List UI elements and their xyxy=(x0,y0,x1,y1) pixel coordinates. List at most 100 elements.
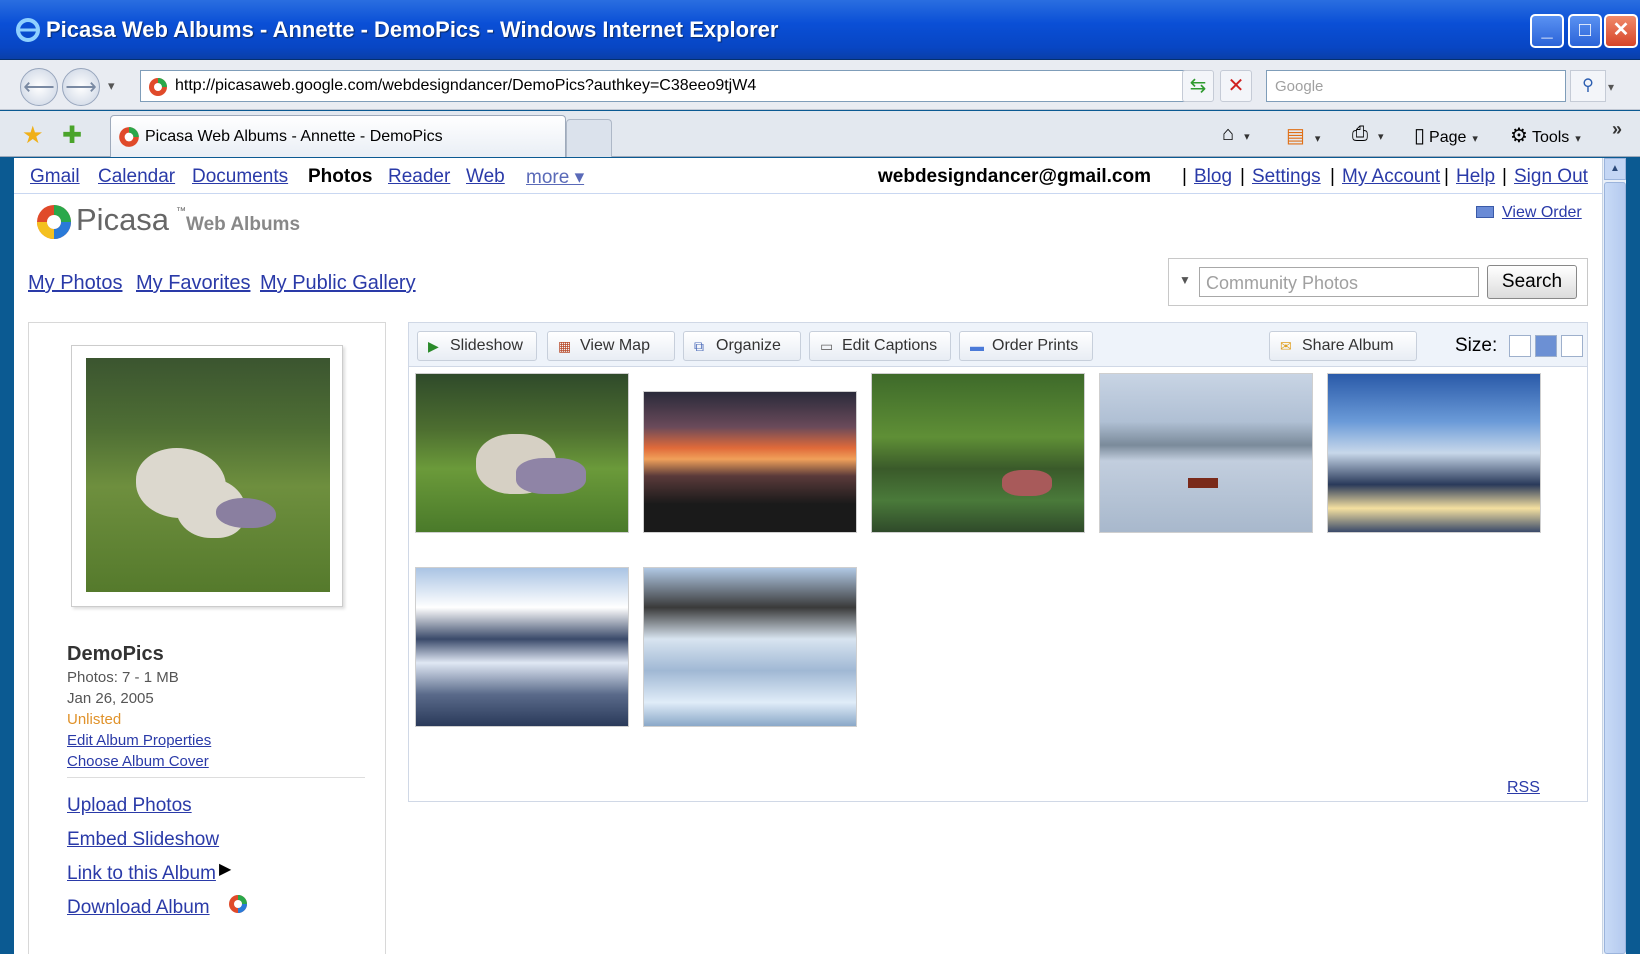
picasa-favicon-icon xyxy=(149,78,167,96)
close-button[interactable]: ✕ xyxy=(1604,14,1638,48)
history-dropdown-icon[interactable]: ▾ xyxy=(108,78,115,94)
gbar-more[interactable]: more ▾ xyxy=(526,166,584,189)
maximize-button[interactable]: □ xyxy=(1568,14,1602,48)
scrollbar-thumb[interactable] xyxy=(1604,182,1626,954)
overflow-chevron-icon[interactable]: » xyxy=(1612,119,1622,140)
title-bar: Picasa Web Albums - Annette - DemoPics -… xyxy=(0,0,1640,60)
my-favorites-link[interactable]: My Favorites xyxy=(136,272,250,295)
view-map-button[interactable]: ▦ View Map xyxy=(547,331,675,361)
rss-link[interactable]: RSS xyxy=(1507,779,1540,797)
photo-thumbnail[interactable] xyxy=(1327,373,1541,533)
album-date: Jan 26, 2005 xyxy=(67,690,154,707)
expand-arrow-icon[interactable]: ▶ xyxy=(219,859,231,879)
slideshow-button[interactable]: ▶ Slideshow xyxy=(417,331,537,361)
play-icon: ▶ xyxy=(428,338,439,354)
choose-album-cover-link[interactable]: Choose Album Cover xyxy=(67,753,209,770)
my-public-gallery-link[interactable]: My Public Gallery xyxy=(260,272,416,295)
album-toolbar: ▶ Slideshow ▦ View Map ⧉ Organize ▭ Edit… xyxy=(409,323,1587,367)
refresh-icon[interactable]: ⇆ xyxy=(1182,70,1214,102)
rock-shape xyxy=(1002,470,1052,496)
album-cover[interactable] xyxy=(71,345,343,607)
embed-slideshow-link[interactable]: Embed Slideshow xyxy=(67,829,219,851)
search-scope-dropdown-icon[interactable]: ▼ xyxy=(1179,273,1191,287)
search-button[interactable]: Search xyxy=(1487,265,1577,299)
photo-thumbnail[interactable] xyxy=(643,391,857,533)
logo-trademark: ™ xyxy=(176,206,186,217)
address-toolbar: ⟵ ⟶ ▾ http://picasaweb.google.com/webdes… xyxy=(0,60,1640,110)
photo-thumbnail[interactable] xyxy=(643,567,857,727)
sidebar-divider xyxy=(67,777,365,778)
order-prints-button[interactable]: ▬ Order Prints xyxy=(959,331,1093,361)
album-sidebar: DemoPics Photos: 7 - 1 MB Jan 26, 2005 U… xyxy=(28,322,386,954)
prints-icon: ▬ xyxy=(970,338,984,354)
gbar-photos: Photos xyxy=(308,166,373,187)
tools-menu[interactable]: ⚙ Tools ▾ xyxy=(1510,123,1581,148)
mail-icon: ✉ xyxy=(1280,338,1292,354)
gbar-documents[interactable]: Documents xyxy=(192,166,288,188)
link-to-album-link[interactable]: Link to this Album xyxy=(67,863,216,885)
gbar-gmail[interactable]: Gmail xyxy=(30,166,80,188)
home-icon[interactable]: ⌂ ▾ xyxy=(1222,123,1250,146)
upload-photos-link[interactable]: Upload Photos xyxy=(67,795,192,817)
my-photos-link[interactable]: My Photos xyxy=(28,272,122,295)
page-menu[interactable]: ▯ Page ▾ xyxy=(1414,123,1478,148)
gbar-calendar[interactable]: Calendar xyxy=(98,166,175,188)
size-small-button[interactable] xyxy=(1509,335,1531,357)
boat-shape xyxy=(1188,478,1218,488)
picasa-logo-icon[interactable] xyxy=(34,202,74,242)
stop-icon[interactable]: ✕ xyxy=(1220,70,1252,102)
url-text: http://picasaweb.google.com/webdesigndan… xyxy=(175,77,757,94)
search-icon[interactable]: ⚲ xyxy=(1570,70,1606,102)
tab-label: Picasa Web Albums - Annette - DemoPics xyxy=(145,128,443,145)
rock-shape xyxy=(216,498,276,528)
new-tab-button[interactable] xyxy=(566,119,612,157)
minimize-button[interactable]: _ xyxy=(1530,14,1564,48)
photo-thumbnail[interactable] xyxy=(415,373,629,533)
user-email: webdesigndancer@gmail.com xyxy=(878,166,1151,187)
search-dropdown-icon[interactable]: ▾ xyxy=(1608,80,1614,94)
size-label: Size: xyxy=(1455,335,1498,356)
gbar-my-account[interactable]: My Account xyxy=(1342,166,1440,188)
favorites-star-icon[interactable]: ★ xyxy=(22,121,44,150)
page-content: Gmail Calendar Documents Photos Reader W… xyxy=(14,158,1612,954)
picasa-download-icon[interactable] xyxy=(227,893,249,915)
album-title: DemoPics xyxy=(67,643,164,665)
print-icon[interactable]: ⎙ ▾ xyxy=(1352,123,1384,146)
share-album-button[interactable]: ✉ Share Album xyxy=(1269,331,1417,361)
logo-text: Picasa xyxy=(76,202,170,237)
back-button[interactable]: ⟵ xyxy=(20,68,58,106)
rock-shape xyxy=(516,458,586,494)
gbar-sign-out[interactable]: Sign Out xyxy=(1514,166,1588,188)
size-medium-button[interactable] xyxy=(1535,335,1557,357)
photo-thumbnail[interactable] xyxy=(871,373,1085,533)
edit-captions-button[interactable]: ▭ Edit Captions xyxy=(809,331,951,361)
forward-button[interactable]: ⟶ xyxy=(62,68,100,106)
gbar-web[interactable]: Web xyxy=(466,166,505,188)
photo-thumbnail[interactable] xyxy=(1099,373,1313,533)
logo-subtitle: Web Albums xyxy=(186,214,301,235)
gbar-blog[interactable]: Blog xyxy=(1194,166,1232,188)
edit-album-properties-link[interactable]: Edit Album Properties xyxy=(67,732,211,749)
download-album-link[interactable]: Download Album xyxy=(67,897,210,919)
page-scrollbar[interactable]: ▲ xyxy=(1602,158,1626,954)
gbar-help[interactable]: Help xyxy=(1456,166,1495,188)
organize-button[interactable]: ⧉ Organize xyxy=(683,331,801,361)
feeds-icon[interactable]: ▤ ▾ xyxy=(1286,123,1320,148)
view-order-icon xyxy=(1476,206,1494,218)
album-photo-count: Photos: 7 - 1 MB xyxy=(67,669,179,686)
gbar-settings[interactable]: Settings xyxy=(1252,166,1321,188)
photo-thumbnail[interactable] xyxy=(415,567,629,727)
scroll-up-icon[interactable]: ▲ xyxy=(1604,158,1626,180)
ie-icon xyxy=(16,18,40,42)
browser-search-input[interactable]: Google xyxy=(1266,70,1566,102)
view-order-link[interactable]: View Order xyxy=(1502,204,1582,222)
size-large-button[interactable] xyxy=(1561,335,1583,357)
map-icon: ▦ xyxy=(558,338,572,354)
gbar-reader[interactable]: Reader xyxy=(388,166,450,188)
tab-picasa[interactable]: Picasa Web Albums - Annette - DemoPics xyxy=(110,115,566,157)
community-search: ▼ Community Photos Search xyxy=(1168,258,1588,306)
address-bar[interactable]: http://picasaweb.google.com/webdesigndan… xyxy=(140,70,1206,102)
organize-icon: ⧉ xyxy=(694,338,704,354)
add-favorite-icon[interactable]: ✚ xyxy=(62,121,82,150)
search-input[interactable]: Community Photos xyxy=(1199,267,1479,297)
